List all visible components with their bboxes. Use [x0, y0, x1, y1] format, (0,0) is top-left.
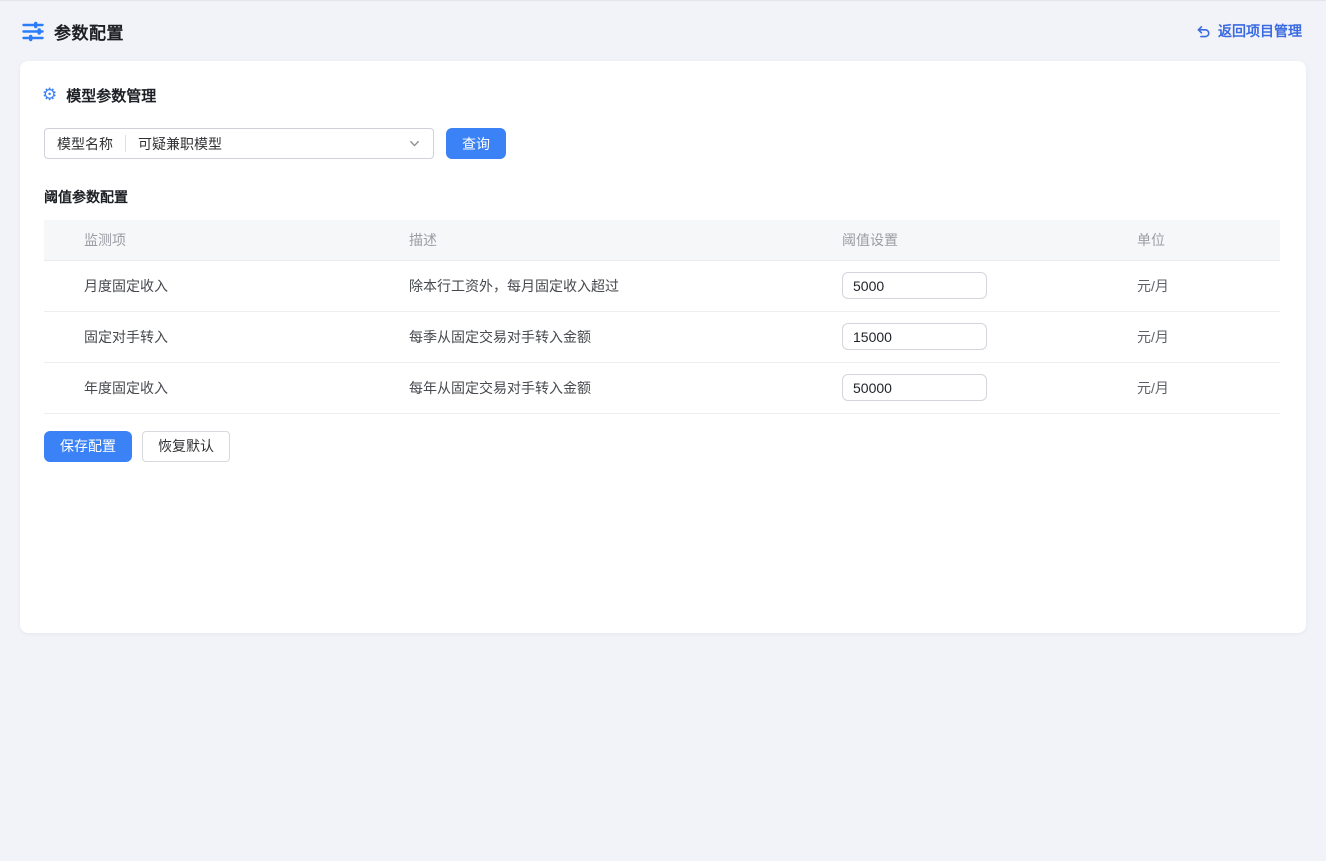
threshold-input[interactable] — [842, 272, 987, 299]
threshold-table: 监测项 描述 阈值设置 单位 月度固定收入 除本行工资外，每月固定收入超过 元/… — [44, 220, 1280, 414]
threshold-input[interactable] — [842, 323, 987, 350]
model-name-value: 可疑兼职模型 — [126, 134, 408, 154]
monitor-item-cell: 月度固定收入 — [44, 260, 409, 311]
chevron-down-icon — [408, 137, 421, 150]
return-arrow-icon — [1196, 24, 1211, 39]
column-header-item: 监测项 — [44, 220, 409, 260]
description-cell: 除本行工资外，每月固定收入超过 — [409, 260, 842, 311]
section-title-label: 模型参数管理 — [66, 85, 156, 106]
unit-cell: 元/月 — [1137, 311, 1280, 362]
threshold-cell — [842, 311, 1137, 362]
column-header-unit: 单位 — [1137, 220, 1280, 260]
section-title: ⚙ 模型参数管理 — [42, 85, 1282, 106]
monitor-item-cell: 固定对手转入 — [44, 311, 409, 362]
model-name-select[interactable]: 模型名称 可疑兼职模型 — [44, 128, 434, 159]
actions-row: 保存配置 恢复默认 — [44, 431, 1282, 462]
column-header-threshold: 阈值设置 — [842, 220, 1137, 260]
monitor-item-cell: 年度固定收入 — [44, 362, 409, 413]
table-row: 年度固定收入 每年从固定交易对手转入金额 元/月 — [44, 362, 1280, 413]
back-link-label: 返回项目管理 — [1218, 21, 1302, 41]
model-params-card: ⚙ 模型参数管理 模型名称 可疑兼职模型 查询 阈值参数配置 监测项 描述 阈值… — [20, 61, 1306, 633]
query-form-row: 模型名称 可疑兼职模型 查询 — [44, 128, 1282, 159]
save-config-button[interactable]: 保存配置 — [44, 431, 132, 462]
description-cell: 每年从固定交易对手转入金额 — [409, 362, 842, 413]
page-title: 参数配置 — [54, 19, 124, 44]
unit-cell: 元/月 — [1137, 362, 1280, 413]
reset-default-button[interactable]: 恢复默认 — [142, 431, 230, 462]
table-header-row: 监测项 描述 阈值设置 单位 — [44, 220, 1280, 260]
threshold-input[interactable] — [842, 374, 987, 401]
description-cell: 每季从固定交易对手转入金额 — [409, 311, 842, 362]
topbar: 参数配置 返回项目管理 — [0, 1, 1326, 61]
topbar-left: 参数配置 — [22, 19, 124, 44]
gear-icon: ⚙ — [42, 87, 57, 104]
model-name-label: 模型名称 — [45, 134, 125, 154]
query-button[interactable]: 查询 — [446, 128, 506, 159]
threshold-cell — [842, 362, 1137, 413]
back-to-project-link[interactable]: 返回项目管理 — [1196, 21, 1302, 41]
threshold-cell — [842, 260, 1137, 311]
unit-cell: 元/月 — [1137, 260, 1280, 311]
sliders-icon — [22, 21, 44, 42]
table-row: 月度固定收入 除本行工资外，每月固定收入超过 元/月 — [44, 260, 1280, 311]
table-row: 固定对手转入 每季从固定交易对手转入金额 元/月 — [44, 311, 1280, 362]
threshold-section-title: 阈值参数配置 — [44, 187, 1282, 207]
column-header-description: 描述 — [409, 220, 842, 260]
